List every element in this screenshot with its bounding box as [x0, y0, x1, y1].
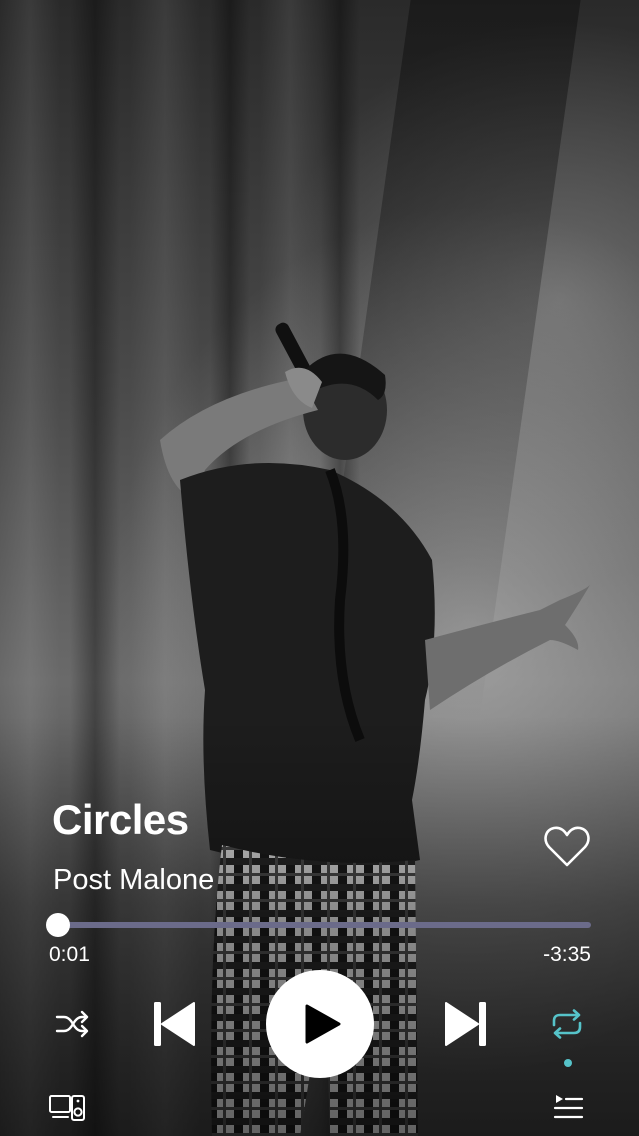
- remaining-time: -3:35: [543, 943, 591, 966]
- repeat-active-indicator: [564, 1059, 572, 1067]
- track-title: Circles: [52, 796, 189, 843]
- elapsed-time: 0:01: [49, 943, 90, 966]
- skip-previous-icon: [154, 1002, 195, 1046]
- devices-icon: [49, 1095, 85, 1121]
- queue-button[interactable]: [548, 1090, 588, 1126]
- next-button[interactable]: [436, 996, 496, 1052]
- shuffle-icon: [55, 1010, 89, 1038]
- play-icon: [305, 1004, 341, 1044]
- repeat-icon: [552, 1009, 582, 1039]
- devices-button[interactable]: [46, 1090, 88, 1126]
- like-button[interactable]: [543, 825, 591, 869]
- artist-name[interactable]: Post Malone: [53, 864, 214, 897]
- repeat-button[interactable]: [542, 1000, 592, 1048]
- progress-bar[interactable]: [58, 922, 591, 928]
- shuffle-button[interactable]: [48, 1000, 96, 1048]
- progress-thumb[interactable]: [46, 913, 70, 937]
- skip-next-icon: [445, 1002, 486, 1046]
- heart-outline-icon: [544, 826, 590, 867]
- now-playing-screen: Circles Post Malone 0:01 -3:35: [0, 0, 639, 1136]
- queue-icon: [553, 1095, 584, 1119]
- play-button[interactable]: [266, 970, 374, 1078]
- previous-button[interactable]: [144, 996, 204, 1052]
